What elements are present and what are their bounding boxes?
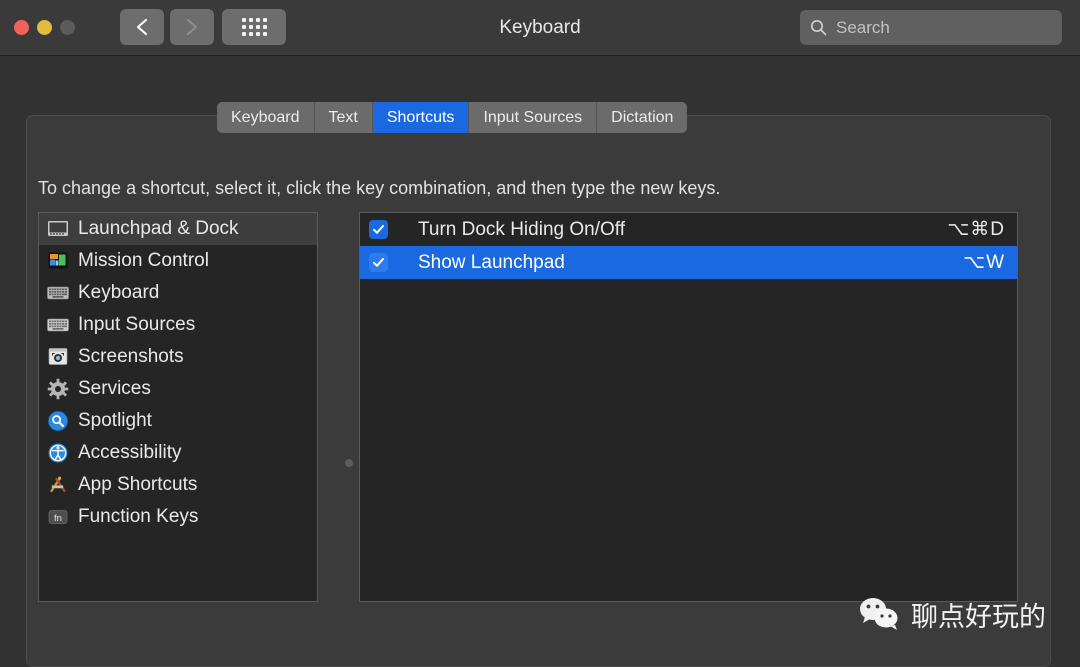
- shortcut-category-list: Launchpad & Dock Mission Control Keyboar…: [38, 212, 318, 602]
- sidebar-item-label: Keyboard: [78, 282, 160, 303]
- zoom-window-button[interactable]: [60, 20, 75, 35]
- sidebar-item-services[interactable]: Services: [39, 373, 317, 405]
- show-all-preferences-button[interactable]: [222, 9, 286, 45]
- services-gear-icon: [47, 378, 69, 400]
- forward-button[interactable]: [170, 9, 214, 45]
- shortcut-name: Show Launchpad: [418, 251, 565, 273]
- tab-keyboard[interactable]: Keyboard: [217, 102, 315, 133]
- forward-arrow-icon: [186, 18, 198, 36]
- minimize-window-button[interactable]: [37, 20, 52, 35]
- shortcut-enabled-checkbox[interactable]: [369, 253, 388, 272]
- tab-bar: Keyboard Text Shortcuts Input Sources Di…: [217, 102, 688, 133]
- splitter-grab-dot: [345, 459, 353, 467]
- launchpad-dock-icon: [47, 218, 69, 240]
- shortcut-list: Turn Dock Hiding On/Off ⌥⌘D Show Launchp…: [359, 212, 1018, 602]
- tab-dictation[interactable]: Dictation: [597, 102, 688, 133]
- tab-shortcuts[interactable]: Shortcuts: [372, 102, 470, 133]
- close-window-button[interactable]: [14, 20, 29, 35]
- function-keys-icon: fn: [47, 506, 69, 528]
- search-field[interactable]: Search: [800, 10, 1062, 45]
- tab-text[interactable]: Text: [314, 102, 373, 133]
- app-shortcuts-icon: [47, 474, 69, 496]
- sidebar-item-screenshots[interactable]: Screenshots: [39, 341, 317, 373]
- sidebar-item-label: Accessibility: [78, 442, 182, 463]
- sidebar-item-app-shortcuts[interactable]: App Shortcuts: [39, 469, 317, 501]
- sidebar-item-function-keys[interactable]: fn Function Keys: [39, 501, 317, 533]
- sidebar-item-label: Input Sources: [78, 314, 196, 335]
- sidebar-item-accessibility[interactable]: Accessibility: [39, 437, 317, 469]
- titlebar: Keyboard Search: [0, 0, 1080, 56]
- shortcut-key-combination[interactable]: ⌥⌘D: [947, 218, 1005, 241]
- table-row[interactable]: Show Launchpad ⌥W: [360, 246, 1017, 279]
- search-icon: [810, 19, 827, 36]
- screenshots-icon: [47, 346, 69, 368]
- shortcut-key-combination[interactable]: ⌥W: [963, 251, 1005, 274]
- shortcut-enabled-checkbox[interactable]: [369, 220, 388, 239]
- keyboard-icon: [47, 282, 69, 304]
- table-row[interactable]: Turn Dock Hiding On/Off ⌥⌘D: [360, 213, 1017, 246]
- checkmark-icon: [373, 225, 384, 234]
- search-placeholder: Search: [836, 17, 890, 37]
- sidebar-item-label: Launchpad & Dock: [78, 218, 239, 239]
- svg-text:fn: fn: [54, 513, 62, 524]
- sidebar-item-label: Mission Control: [78, 250, 209, 271]
- traffic-lights: [14, 20, 75, 35]
- back-arrow-icon: [136, 18, 148, 36]
- sidebar-item-mission-control[interactable]: Mission Control: [39, 245, 317, 277]
- sidebar-item-input-sources[interactable]: Input Sources: [39, 309, 317, 341]
- accessibility-icon: [47, 442, 69, 464]
- checkmark-icon: [373, 258, 384, 267]
- sidebar-item-label: App Shortcuts: [78, 474, 198, 495]
- sidebar-item-launchpad-dock[interactable]: Launchpad & Dock: [39, 213, 317, 245]
- panel-splitter[interactable]: [342, 212, 355, 602]
- navigation-buttons: [120, 9, 214, 45]
- instruction-text: To change a shortcut, select it, click t…: [38, 178, 721, 198]
- tab-input-sources[interactable]: Input Sources: [469, 102, 598, 133]
- shortcut-name: Turn Dock Hiding On/Off: [418, 218, 625, 240]
- sidebar-item-keyboard[interactable]: Keyboard: [39, 277, 317, 309]
- sidebar-item-label: Spotlight: [78, 410, 152, 431]
- sidebar-item-spotlight[interactable]: Spotlight: [39, 405, 317, 437]
- sidebar-item-label: Function Keys: [78, 506, 199, 527]
- content-area: Keyboard Text Shortcuts Input Sources Di…: [0, 57, 1080, 667]
- mission-control-icon: [47, 250, 69, 272]
- sidebar-item-label: Services: [78, 378, 151, 399]
- spotlight-icon: [47, 410, 69, 432]
- back-button[interactable]: [120, 9, 164, 45]
- grid-icon: [241, 18, 267, 36]
- input-sources-icon: [47, 314, 69, 336]
- keyboard-preferences-window: Keyboard Search Keyboard Text Shortcuts …: [0, 0, 1080, 667]
- sidebar-item-label: Screenshots: [78, 346, 184, 367]
